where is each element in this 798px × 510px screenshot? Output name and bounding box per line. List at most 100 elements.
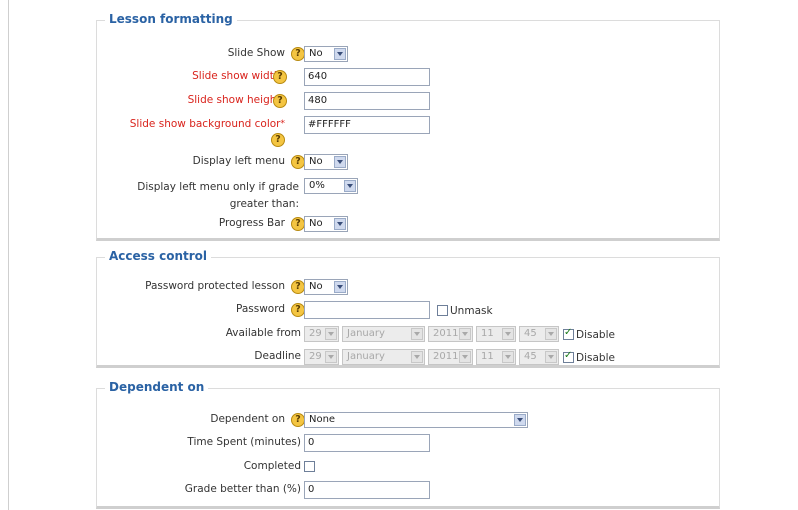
deadline-disable-label: Disable: [576, 352, 615, 364]
available-from-label: Available from: [225, 327, 301, 339]
help-icon[interactable]: ?: [291, 280, 305, 294]
grade-value: 0%: [309, 180, 325, 191]
help-icon[interactable]: ?: [291, 155, 305, 169]
slide-show-value: No: [309, 48, 323, 59]
display-left-menu-value: No: [309, 156, 323, 167]
available-from-disable-label: Disable: [576, 329, 615, 341]
chevron-down-icon: [411, 351, 423, 363]
progress-bar-label: Progress Bar: [218, 217, 285, 229]
slide-show-bg-text: Slide show background color: [129, 118, 281, 130]
chevron-down-icon: [502, 328, 514, 340]
available-from-hour-select[interactable]: 11: [476, 326, 516, 342]
display-left-menu-grade-select[interactable]: 0%: [304, 178, 358, 194]
password-input[interactable]: [304, 301, 430, 319]
display-left-menu-label: Display left menu: [192, 155, 285, 167]
completed-checkbox[interactable]: [304, 461, 315, 472]
slide-show-width-input[interactable]: 640: [304, 68, 430, 86]
deadline-year-select[interactable]: 2011: [428, 349, 473, 365]
chevron-down-icon: [334, 281, 346, 293]
display-left-menu-row: Display left menu ? No: [97, 152, 719, 172]
slide-show-row: Slide Show ? No: [97, 44, 719, 64]
required-star: *: [280, 119, 286, 129]
slide-show-bg-input[interactable]: #FFFFFF: [304, 116, 430, 134]
slide-show-height-label: Slide show height*: [188, 94, 285, 107]
dependent-on-label: Dependent on: [210, 413, 285, 425]
help-icon[interactable]: ?: [291, 413, 305, 427]
year-value: 2011: [433, 351, 459, 362]
month-value: January: [347, 328, 385, 339]
help-icon[interactable]: ?: [291, 47, 305, 61]
grade-better-label: Grade better than (%): [184, 483, 301, 495]
display-left-menu-grade-label: Display left menu only if grade greater …: [137, 179, 299, 213]
chevron-down-icon: [459, 328, 471, 340]
available-from-disable-checkbox[interactable]: [563, 327, 574, 340]
time-spent-row: Time Spent (minutes) 0: [97, 433, 719, 453]
chevron-down-icon: [502, 351, 514, 363]
completed-row: Completed: [97, 457, 719, 477]
deadline-minute-select[interactable]: 45: [519, 349, 559, 365]
completed-label: Completed: [243, 460, 301, 472]
chevron-down-icon: [334, 218, 346, 230]
progress-bar-select[interactable]: No: [304, 216, 348, 232]
chevron-down-icon: [334, 156, 346, 168]
page-left-border: [8, 0, 9, 510]
grade-better-input[interactable]: 0: [304, 481, 430, 499]
help-icon[interactable]: ?: [273, 94, 287, 108]
deadline-month-select[interactable]: January: [342, 349, 425, 365]
time-spent-input[interactable]: 0: [304, 434, 430, 452]
password-protected-value: No: [309, 281, 323, 292]
dependent-on-select[interactable]: None: [304, 412, 528, 428]
progress-bar-value: No: [309, 218, 323, 229]
slide-show-select[interactable]: No: [304, 46, 348, 62]
password-label: Password: [235, 303, 285, 315]
deadline-label: Deadline: [254, 350, 301, 362]
dependent-on-row: Dependent on ? None: [97, 410, 719, 430]
slide-show-height-text: Slide show height: [187, 94, 281, 106]
available-from-year-select[interactable]: 2011: [428, 326, 473, 342]
grade-label-line1: Display left menu only if grade: [137, 181, 299, 193]
unmask-checkbox[interactable]: [437, 305, 448, 316]
hour-value: 11: [481, 351, 494, 362]
deadline-disable-checkbox[interactable]: [563, 350, 574, 363]
display-left-menu-select[interactable]: No: [304, 154, 348, 170]
chevron-down-icon: [325, 351, 337, 363]
slide-show-height-row: Slide show height* ? 480: [97, 91, 719, 111]
deadline-row: Deadline 29 January 2011 11 45 Disable: [97, 347, 719, 367]
slide-show-width-label: Slide show width*: [192, 70, 285, 83]
password-protected-select[interactable]: No: [304, 279, 348, 295]
dependent-on-legend: Dependent on: [105, 380, 209, 394]
help-icon[interactable]: ?: [273, 70, 287, 84]
deadline-hour-select[interactable]: 11: [476, 349, 516, 365]
password-row: Password ? Unmask: [97, 300, 719, 320]
lesson-formatting-section: Lesson formatting Slide Show ? No Slide …: [96, 12, 720, 241]
chevron-down-icon: [545, 351, 557, 363]
dependent-on-section: Dependent on Dependent on ? None Time Sp…: [96, 380, 720, 509]
dependent-on-value: None: [309, 414, 336, 425]
slide-show-width-text: Slide show width: [192, 70, 281, 82]
month-value: January: [347, 351, 385, 362]
available-from-month-select[interactable]: January: [342, 326, 425, 342]
available-from-row: Available from 29 January 2011 11 45 Dis…: [97, 324, 719, 344]
password-protected-row: Password protected lesson ? No: [97, 277, 719, 297]
chevron-down-icon: [325, 328, 337, 340]
chevron-down-icon: [334, 48, 346, 60]
help-icon[interactable]: ?: [291, 217, 305, 231]
chevron-down-icon: [344, 180, 356, 192]
hour-value: 11: [481, 328, 494, 339]
display-left-menu-grade-row: Display left menu only if grade greater …: [97, 176, 719, 210]
progress-bar-row: Progress Bar ? No: [97, 214, 719, 234]
help-icon[interactable]: ?: [271, 133, 285, 147]
access-control-section: Access control Password protected lesson…: [96, 249, 720, 368]
lesson-formatting-legend: Lesson formatting: [105, 12, 237, 26]
access-control-legend: Access control: [105, 249, 212, 263]
slide-show-height-input[interactable]: 480: [304, 92, 430, 110]
available-from-minute-select[interactable]: 45: [519, 326, 559, 342]
day-value: 29: [309, 328, 322, 339]
help-icon[interactable]: ?: [291, 303, 305, 317]
unmask-label: Unmask: [450, 305, 493, 317]
deadline-day-select[interactable]: 29: [304, 349, 339, 365]
grade-better-row: Grade better than (%) 0: [97, 480, 719, 500]
slide-show-label: Slide Show: [227, 47, 285, 59]
chevron-down-icon: [411, 328, 423, 340]
available-from-day-select[interactable]: 29: [304, 326, 339, 342]
